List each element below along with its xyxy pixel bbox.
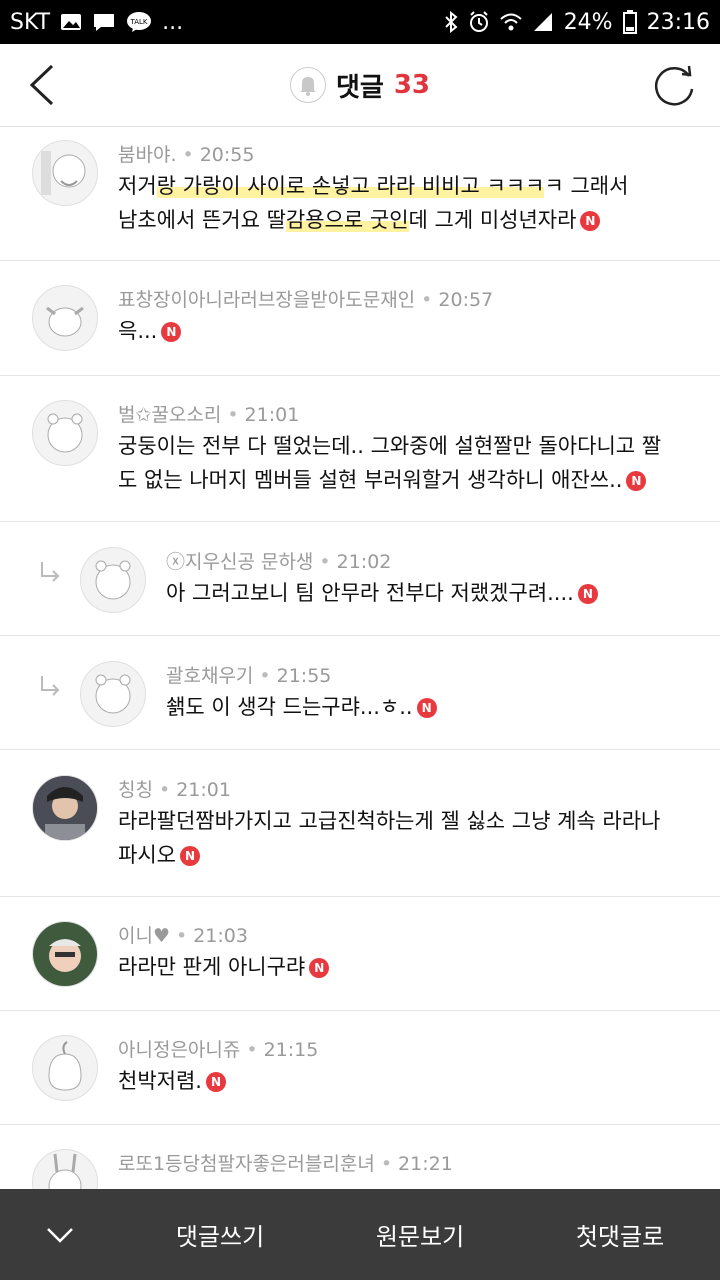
new-badge: N (577, 584, 598, 604)
comment-text: 라라팔던짬바가지고 고급진척하는게 젤 싫소 그냥 계속 라라나 파시오 N (118, 809, 661, 867)
comment-meta: 아니정은아니쥬 • 21:15 (118, 1039, 319, 1061)
comment-time: 20:57 (438, 289, 494, 311)
avatar[interactable] (80, 547, 146, 613)
refresh-icon (654, 65, 694, 106)
comment-author[interactable]: 붐바야. (118, 144, 176, 166)
comment-time: 21:21 (398, 1153, 453, 1175)
comment-text: 라라만 판게 아니구랴 N (118, 950, 678, 984)
comment-time: 21:01 (244, 404, 300, 426)
comment-author[interactable]: 이니♥ (118, 925, 170, 947)
comment-count: 33 (393, 70, 431, 100)
comment-list[interactable]: 붐바야. • 20:55 저거랑 가랑이 사이로 손넣고 라라 비비고 ㅋㅋㅋㅋ 그… (0, 127, 720, 1245)
svg-text:TALK: TALK (130, 18, 148, 26)
view-original-button[interactable]: 원문보기 (320, 1217, 520, 1252)
comment-item[interactable]: 붐바야. • 20:55 저거랑 가랑이 사이로 손넣고 라라 비비고 ㅋㅋㅋㅋ 그… (0, 127, 720, 261)
wifi-icon (500, 12, 522, 32)
avatar[interactable] (32, 400, 98, 466)
comment-text: 천박저렴. N (118, 1064, 678, 1098)
avatar[interactable] (32, 285, 98, 351)
more-notifications: ... (162, 9, 184, 35)
page-title: 댓글 (335, 72, 384, 103)
avatar-photo[interactable] (32, 921, 98, 987)
kakaotalk-icon: TALK (126, 11, 152, 33)
comment-time: 20:55 (199, 144, 255, 166)
bell-icon[interactable] (289, 67, 326, 103)
comment-meta: 표창장이아니라러브장을받아도문재인 • 20:57 (118, 289, 494, 311)
comment-item[interactable]: 아니정은아니쥬 • 21:15 천박저렴. N (0, 1011, 720, 1125)
comment-text: 쇍도 이 생각 드는구랴...ㅎ.. N (166, 690, 686, 724)
comment-author[interactable]: ⓧ지우신공 문하생 (166, 551, 313, 573)
comment-author[interactable]: 벌✩꿀오소리 (118, 404, 221, 426)
avatar[interactable] (80, 661, 146, 727)
bottom-toolbar: 댓글쓰기 원문보기 첫댓글로 (0, 1189, 720, 1280)
new-badge: N (626, 471, 647, 491)
comment-text: 윽... N (118, 314, 678, 348)
reply-item[interactable]: 괄호채우기 • 21:55 쇍도 이 생각 드는구랴...ㅎ.. N (0, 636, 720, 750)
collapse-button[interactable] (0, 1189, 120, 1280)
page-title-area: 댓글 33 (0, 44, 720, 126)
new-badge: N (161, 322, 182, 342)
comment-author[interactable]: 아니정은아니쥬 (118, 1039, 240, 1061)
comment-text: 아 그러고보니 팀 안무라 전부다 저랬겠구려.... N (166, 576, 686, 610)
comment-text: 저거랑 가랑이 사이로 손넣고 라라 비비고 ㅋㅋㅋㅋ 그래서 남초에서 뜬거요 … (118, 174, 629, 232)
write-comment-button[interactable]: 댓글쓰기 (120, 1217, 320, 1252)
comment-item[interactable]: 이니♥ • 21:03 라라만 판게 아니구랴 N (0, 897, 720, 1011)
chevron-down-icon (47, 1227, 73, 1243)
comment-time: 21:03 (193, 925, 248, 947)
bluetooth-icon (444, 11, 458, 33)
new-badge: N (416, 698, 437, 718)
message-icon (92, 12, 116, 32)
avatar-photo[interactable] (32, 775, 98, 841)
comment-meta: ⓧ지우신공 문하생 • 21:02 (166, 551, 392, 573)
new-badge: N (179, 846, 200, 866)
comment-meta: 괄호채우기 • 21:55 (166, 665, 332, 687)
avatar[interactable] (32, 1035, 98, 1101)
comment-text: 궁둥이는 전부 다 떨었는데.. 그와중에 설현짤만 돌아다니고 짤도 없는 나… (118, 434, 662, 492)
comment-item[interactable]: 벌✩꿀오소리 • 21:01 궁둥이는 전부 다 떨었는데.. 그와중에 설현짤만 … (0, 376, 720, 522)
reply-arrow-icon (41, 562, 60, 582)
alarm-icon (468, 11, 490, 33)
first-comment-button[interactable]: 첫댓글로 (520, 1217, 720, 1252)
comment-author[interactable]: 로또1등당첨팔자좋은러블리훈녀 (118, 1153, 375, 1175)
comment-meta: 붐바야. • 20:55 (118, 144, 255, 166)
gallery-icon (60, 13, 82, 31)
comment-time: 21:15 (263, 1039, 319, 1061)
comment-item[interactable]: 칭칭 • 21:01 라라팔던짬바가지고 고급진척하는게 젤 싫소 그냥 계속 라라… (0, 750, 720, 897)
clock: 23:16 (646, 9, 710, 35)
reply-arrow-icon (41, 676, 60, 696)
comment-time: 21:01 (176, 779, 231, 801)
comment-meta: 칭칭 • 21:01 (118, 779, 231, 801)
battery-icon (622, 10, 637, 34)
new-badge: N (309, 958, 330, 978)
comment-author[interactable]: 칭칭 (118, 779, 153, 801)
carrier-label: SKT (10, 9, 51, 35)
comment-time: 21:02 (336, 551, 392, 573)
status-bar: SKT TALK ... 24% 23:16 (0, 0, 720, 44)
comment-meta: 이니♥ • 21:03 (118, 925, 248, 947)
new-badge: N (205, 1072, 226, 1092)
comment-author[interactable]: 괄호채우기 (166, 665, 253, 687)
comment-meta: 벌✩꿀오소리 • 21:01 (118, 404, 300, 426)
avatar[interactable] (32, 140, 98, 206)
reply-item[interactable]: ⓧ지우신공 문하생 • 21:02 아 그러고보니 팀 안무라 전부다 저랬겠구려.… (0, 522, 720, 636)
comment-item[interactable]: 표창장이아니라러브장을받아도문재인 • 20:57 윽... N (0, 261, 720, 376)
battery-percent: 24% (563, 9, 613, 35)
comment-author[interactable]: 표창장이아니라러브장을받아도문재인 (118, 289, 415, 311)
signal-icon (532, 12, 554, 32)
comment-time: 21:55 (276, 665, 332, 687)
comment-meta: 로또1등당첨팔자좋은러블리훈녀 • 21:21 (118, 1153, 453, 1175)
header: 댓글 33 (0, 44, 720, 127)
new-badge: N (580, 211, 601, 231)
refresh-button[interactable] (652, 62, 698, 108)
